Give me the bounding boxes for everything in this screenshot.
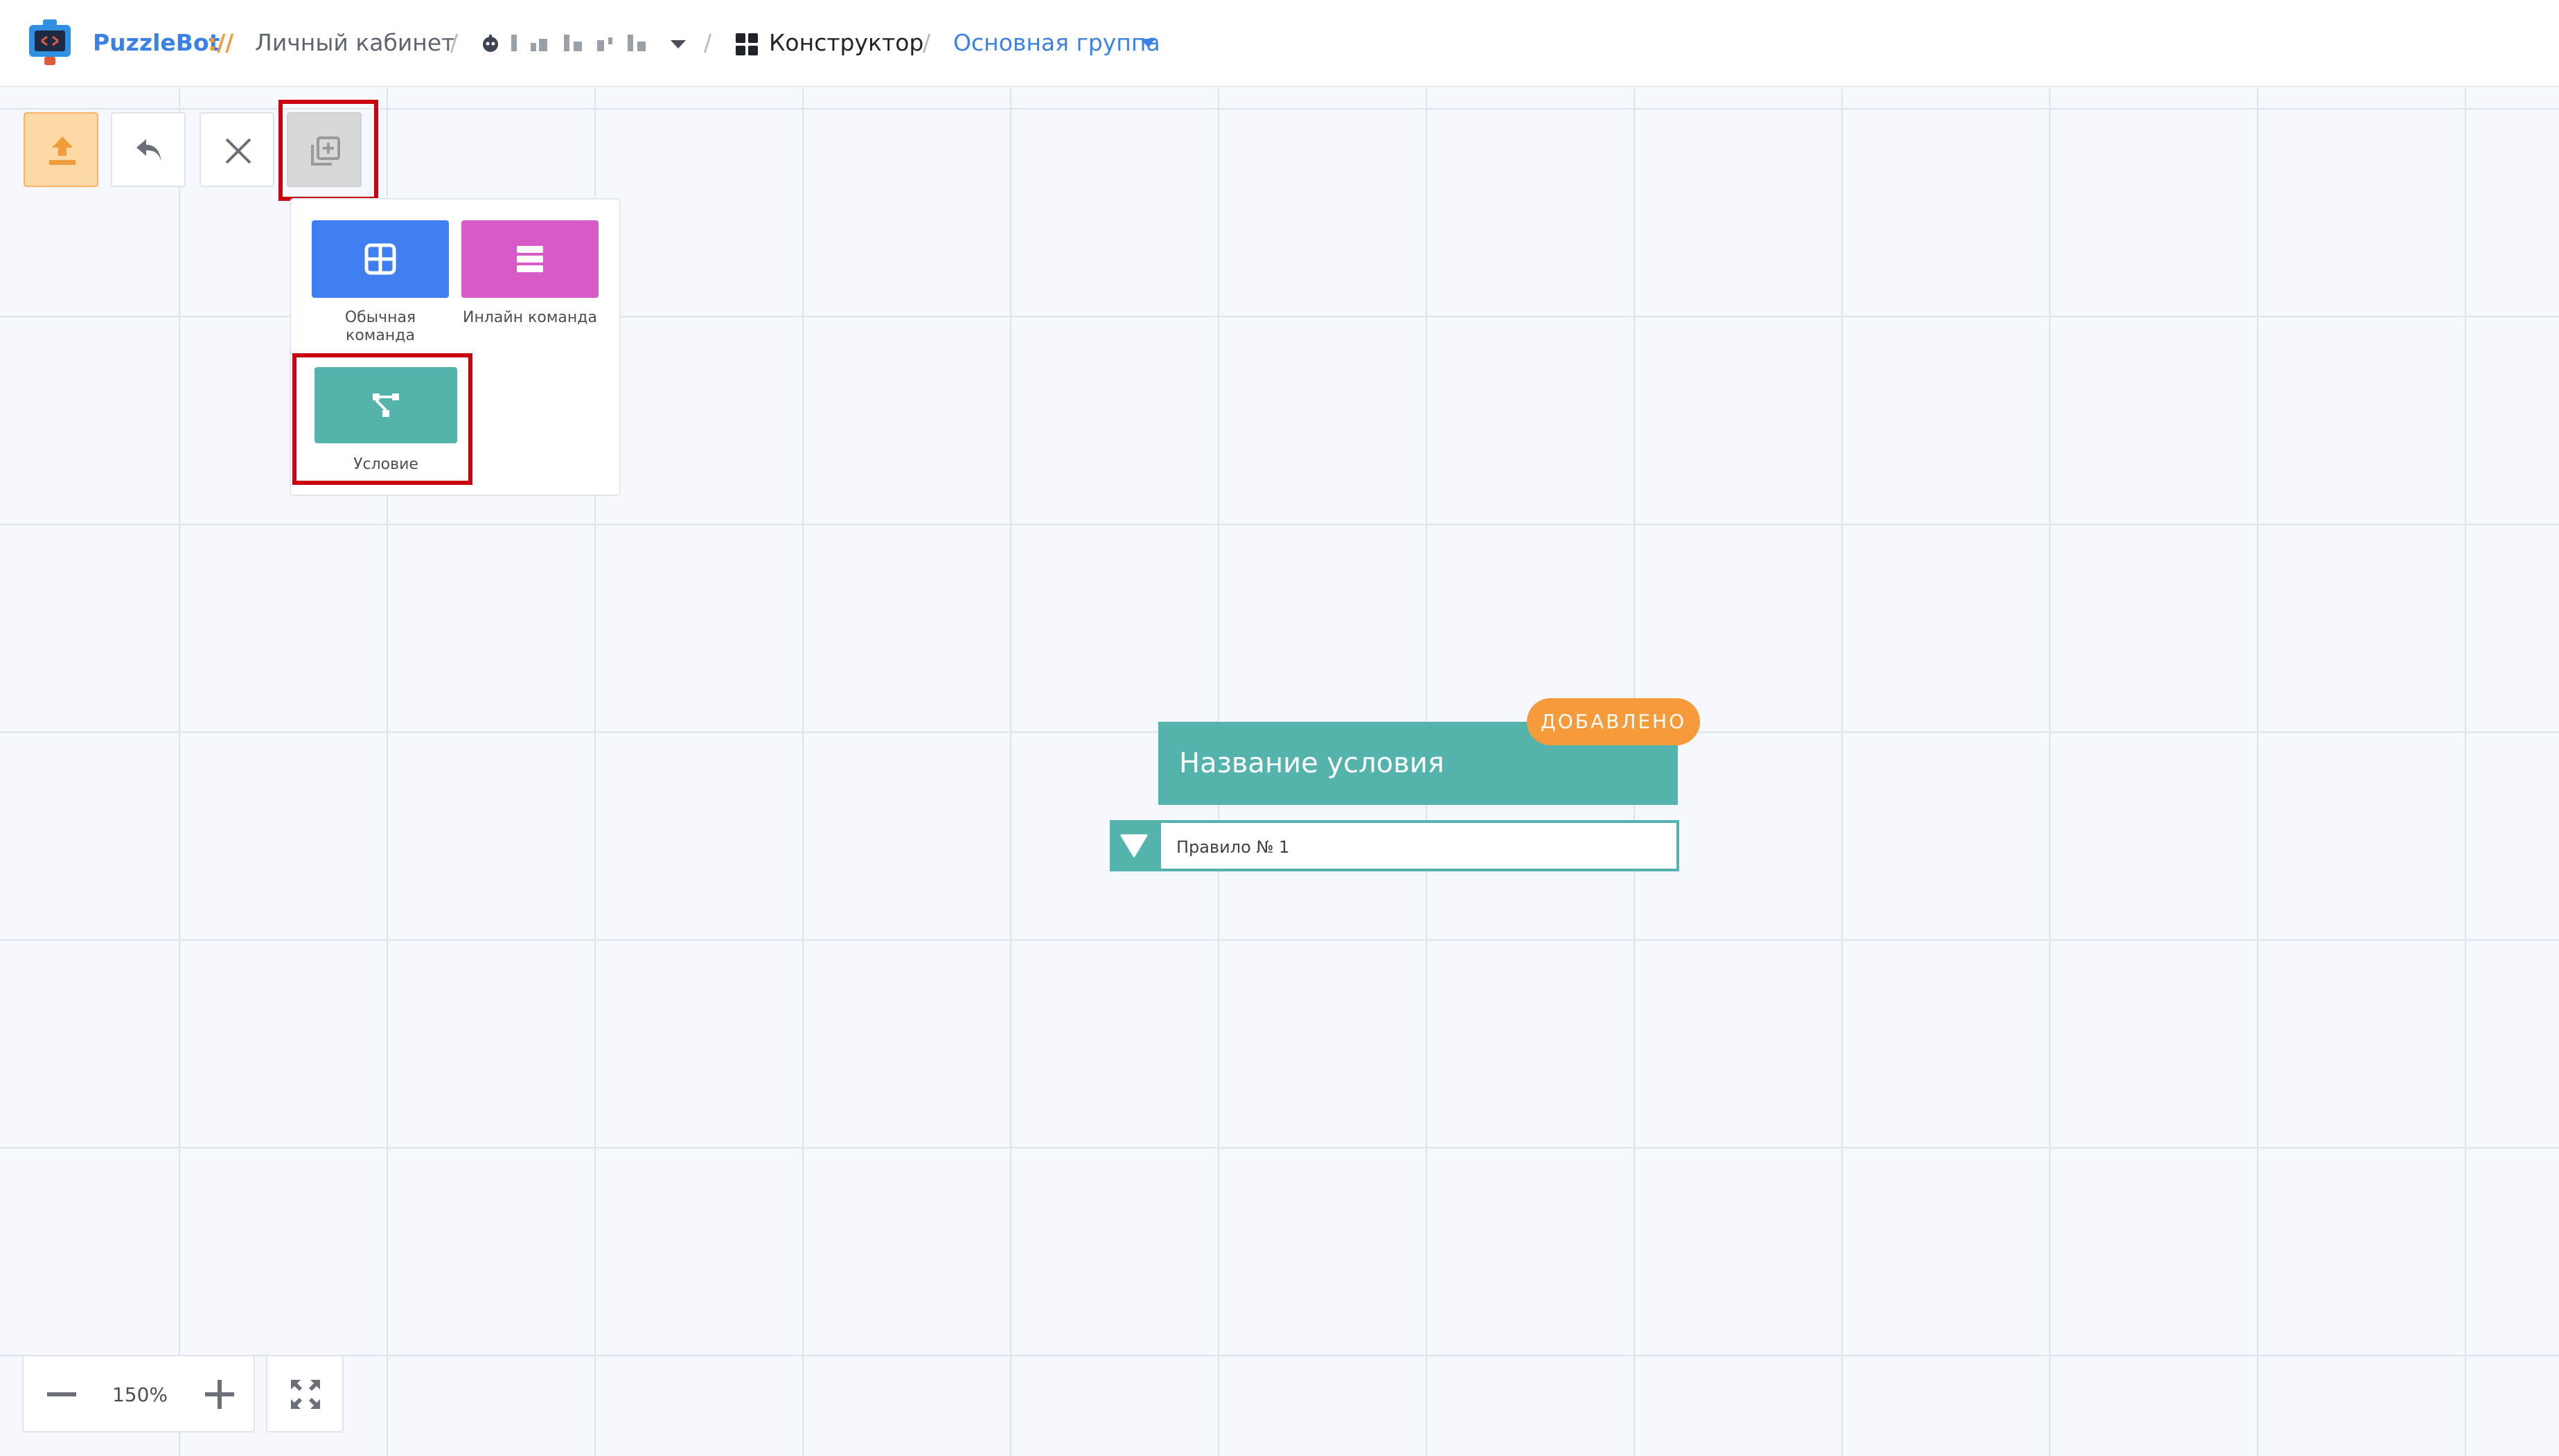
add-inline-command-button[interactable]: [461, 220, 599, 298]
publish-button[interactable]: [24, 112, 98, 187]
bot-name-redacted[interactable]: [511, 35, 650, 51]
zoom-in-button[interactable]: [201, 1376, 238, 1413]
grid-line: [2257, 89, 2258, 1456]
grid-icon: [364, 243, 396, 275]
constructor-grid-icon: [736, 33, 758, 55]
highlight-add-button: [278, 100, 378, 201]
undo-icon: [136, 139, 161, 161]
grid-line: [802, 89, 804, 1456]
grid-line: [0, 1147, 2559, 1148]
group-dropdown-caret-icon[interactable]: [1140, 39, 1155, 47]
grid-line: [0, 108, 2559, 109]
bot-dropdown-caret-icon[interactable]: [671, 40, 686, 48]
breadcrumb-cabinet[interactable]: Личный кабинет: [255, 26, 454, 60]
grid-line: [0, 1355, 2559, 1356]
brand-name[interactable]: PuzzleBot: [93, 26, 220, 60]
expand-icon: [291, 1380, 320, 1409]
grid-line: [1841, 89, 1843, 1456]
inline-command-label: Инлайн команда: [463, 309, 597, 326]
triangle-down-icon: [1120, 834, 1148, 858]
upload-icon: [49, 136, 76, 165]
undo-button[interactable]: [111, 112, 186, 187]
rule-label: Правило № 1: [1176, 837, 1290, 857]
grid-line: [2465, 89, 2466, 1456]
brand-separator: ://: [208, 29, 234, 56]
zoom-out-button[interactable]: [43, 1376, 80, 1413]
condition-rule-row[interactable]: Правило № 1: [1158, 820, 1679, 871]
grid-line: [1010, 89, 1011, 1456]
breadcrumb-separator: /: [704, 29, 712, 56]
puzzlebot-logo-icon[interactable]: [26, 18, 73, 68]
zoom-control: 150%: [22, 1355, 255, 1432]
list-icon: [517, 246, 543, 272]
bot-avatar-icon: [483, 35, 498, 52]
rule-connector-port[interactable]: [1110, 820, 1158, 871]
grid-line: [0, 524, 2559, 525]
grid-line: [0, 939, 2559, 941]
fit-to-screen-button[interactable]: [266, 1355, 344, 1432]
breadcrumb-constructor[interactable]: Конструктор: [769, 26, 923, 60]
top-bar: PuzzleBot :// Личный кабинет / / Констру…: [0, 0, 2559, 87]
added-badge: ДОБАВЛЕНО: [1527, 698, 1700, 745]
close-icon: [225, 138, 251, 164]
grid-line: [2049, 89, 2051, 1456]
grid-line: [179, 89, 180, 1456]
condition-node-title: Название условия: [1179, 747, 1444, 779]
zoom-level: 150%: [112, 1383, 168, 1406]
highlight-condition-button: [292, 353, 472, 485]
breadcrumb-separator: /: [923, 29, 931, 56]
regular-command-label: Обычная команда: [344, 309, 416, 344]
close-button[interactable]: [200, 112, 274, 187]
breadcrumb-separator: /: [450, 29, 459, 56]
breadcrumb-group-select[interactable]: Основная группа: [953, 26, 1160, 60]
add-regular-command-button[interactable]: [312, 220, 449, 298]
